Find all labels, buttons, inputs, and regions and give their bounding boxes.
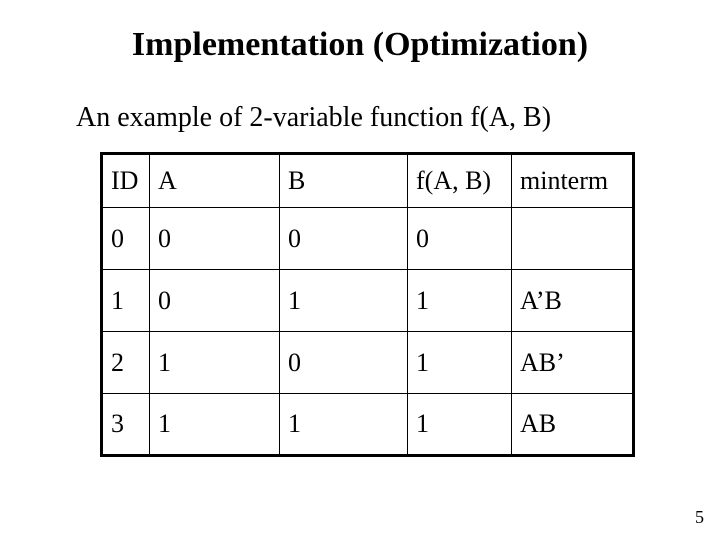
header-f: f(A, B) (408, 154, 512, 208)
cell-b: 0 (280, 332, 408, 394)
cell-a: 0 (150, 208, 280, 270)
truth-table: ID A B f(A, B) minterm 0 0 0 0 1 0 1 1 A… (100, 152, 635, 457)
cell-f: 1 (408, 394, 512, 456)
slide: Implementation (Optimization) An example… (0, 0, 720, 540)
cell-a: 0 (150, 270, 280, 332)
cell-id: 0 (102, 208, 150, 270)
cell-minterm: AB (512, 394, 634, 456)
header-id: ID (102, 154, 150, 208)
header-minterm: minterm (512, 154, 634, 208)
cell-id: 3 (102, 394, 150, 456)
cell-a: 1 (150, 394, 280, 456)
page-number: 5 (695, 507, 704, 528)
cell-id: 1 (102, 270, 150, 332)
header-a: A (150, 154, 280, 208)
table-row: 3 1 1 1 AB (102, 394, 634, 456)
cell-f: 1 (408, 332, 512, 394)
table-row: 1 0 1 1 A’B (102, 270, 634, 332)
table-row: 2 1 0 1 AB’ (102, 332, 634, 394)
cell-b: 1 (280, 270, 408, 332)
cell-minterm (512, 208, 634, 270)
cell-f: 1 (408, 270, 512, 332)
cell-id: 2 (102, 332, 150, 394)
cell-b: 0 (280, 208, 408, 270)
cell-f: 0 (408, 208, 512, 270)
cell-b: 1 (280, 394, 408, 456)
slide-subtitle: An example of 2-variable function f(A, B… (76, 102, 551, 134)
cell-minterm: A’B (512, 270, 634, 332)
header-b: B (280, 154, 408, 208)
table-row: 0 0 0 0 (102, 208, 634, 270)
cell-minterm: AB’ (512, 332, 634, 394)
cell-a: 1 (150, 332, 280, 394)
slide-title: Implementation (Optimization) (0, 26, 720, 64)
table-header-row: ID A B f(A, B) minterm (102, 154, 634, 208)
